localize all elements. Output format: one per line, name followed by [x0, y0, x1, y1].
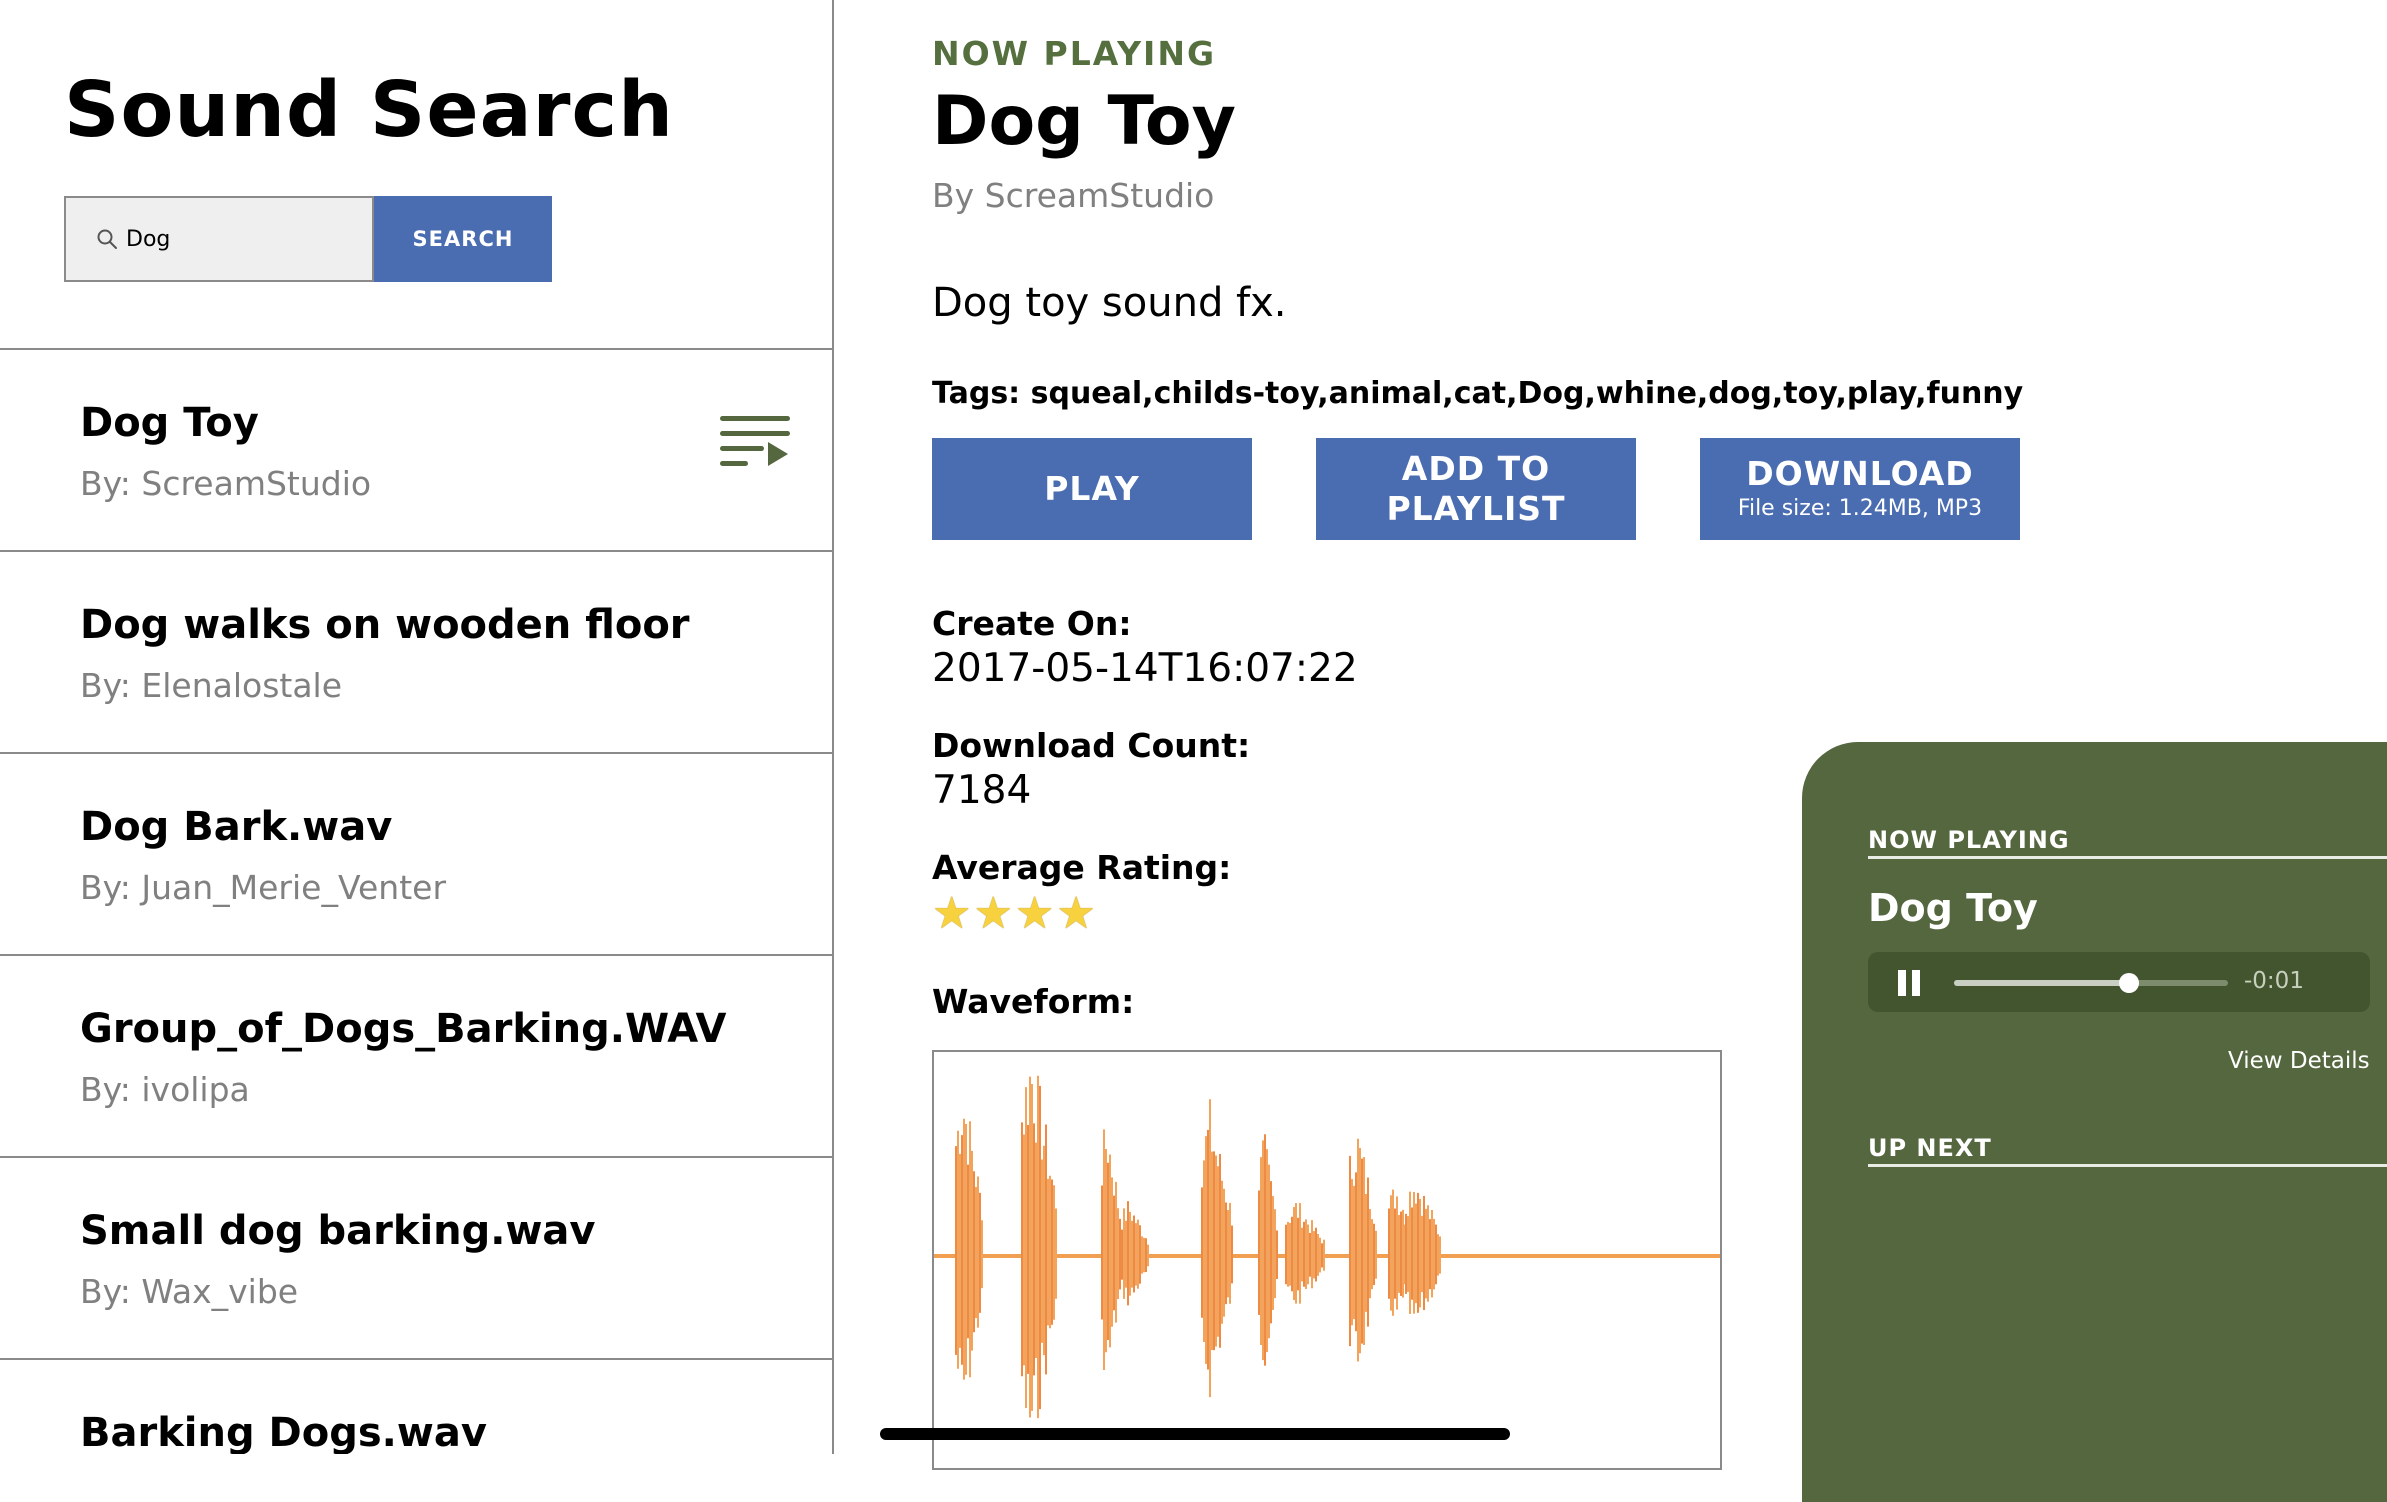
result-author: By: ivolipa — [80, 1070, 250, 1109]
result-author: By: Wax_vibe — [80, 1272, 299, 1311]
search-icon — [97, 229, 117, 249]
search-panel: Sound Search SEARCH Dog Toy By: ScreamSt… — [0, 0, 834, 1454]
file-size-info: File size: 1.24MB, MP3 — [1737, 496, 1983, 521]
search-input[interactable] — [126, 226, 326, 252]
sound-description: Dog toy sound fx. — [932, 280, 1287, 326]
star-icon: ★ — [1056, 888, 1096, 939]
player-controls: -0:01 — [1868, 952, 2370, 1012]
result-author: By: Juan_Merie_Venter — [80, 868, 447, 907]
results-list: Dog Toy By: ScreamStudio Dog walks on wo… — [0, 348, 832, 1454]
sound-title: Dog Toy — [932, 82, 1236, 161]
result-author: By: Elenalostale — [80, 666, 343, 705]
tags-list: Tags: squeal,childs-toy,animal,cat,Dog,w… — [932, 376, 2024, 411]
divider — [1868, 1164, 2387, 1167]
result-title: Group_of_Dogs_Barking.WAV — [80, 1006, 727, 1052]
add-to-playlist-label: ADD TO PLAYLIST — [1386, 449, 1566, 528]
rating-stars: ★ ★ ★ ★ — [932, 892, 1096, 936]
view-details-link[interactable]: View Details — [2228, 1048, 2370, 1074]
created-value: 2017-05-14T16:07:22 — [932, 646, 1358, 691]
play-button[interactable]: PLAY — [932, 438, 1252, 540]
rating-label: Average Rating: — [932, 848, 1232, 887]
list-item[interactable]: Dog Bark.wav By: Juan_Merie_Venter — [0, 752, 832, 954]
list-item[interactable]: Small dog barking.wav By: Wax_vibe — [0, 1156, 832, 1358]
result-author: By: ScreamStudio — [80, 464, 372, 503]
progress-knob[interactable] — [2119, 973, 2140, 993]
sound-author: By ScreamStudio — [932, 176, 1215, 215]
list-item[interactable]: Dog Toy By: ScreamStudio — [0, 348, 832, 550]
home-indicator — [880, 1428, 1510, 1440]
mini-player-title: Dog Toy — [1868, 886, 2038, 930]
list-item[interactable]: Group_of_Dogs_Barking.WAV By: ivolipa — [0, 954, 832, 1156]
pause-icon[interactable] — [1898, 970, 1920, 996]
result-title: Dog Bark.wav — [80, 804, 393, 850]
list-item[interactable]: Barking Dogs.wav — [0, 1358, 832, 1454]
download-count-value: 7184 — [932, 768, 1032, 813]
download-count-label: Download Count: — [932, 726, 1251, 765]
progress-fill — [1954, 980, 2130, 986]
list-item[interactable]: Dog walks on wooden floor By: Elenalosta… — [0, 550, 832, 752]
download-button[interactable]: DOWNLOAD File size: 1.24MB, MP3 — [1700, 438, 2020, 540]
mini-player-now-playing-label: NOW PLAYING — [1868, 826, 2070, 854]
search-button[interactable]: SEARCH — [374, 196, 552, 282]
star-icon: ★ — [1014, 888, 1055, 939]
star-icon: ★ — [932, 888, 972, 939]
waveform-label: Waveform: — [932, 982, 1135, 1021]
up-next-label: UP NEXT — [1868, 1134, 1992, 1162]
created-label: Create On: — [932, 604, 1132, 643]
mini-player: NOW PLAYING Dog Toy -0:01 View Details U… — [1802, 742, 2387, 1502]
progress-slider[interactable] — [1954, 973, 2228, 993]
divider — [1868, 856, 2387, 859]
result-title: Barking Dogs.wav — [80, 1410, 487, 1454]
star-icon: ★ — [973, 888, 1013, 939]
time-remaining: -0:01 — [2244, 968, 2304, 994]
result-title: Dog Toy — [80, 400, 259, 446]
search-field[interactable] — [64, 196, 374, 282]
play-queue-icon[interactable] — [720, 414, 792, 476]
add-to-playlist-button[interactable]: ADD TO PLAYLIST — [1316, 438, 1636, 540]
app-title: Sound Search — [64, 66, 674, 155]
download-label: DOWNLOAD — [1746, 454, 1974, 493]
play-button-label: PLAY — [1044, 469, 1140, 508]
waveform-graphic — [934, 1075, 1720, 1419]
result-title: Dog walks on wooden floor — [80, 602, 690, 648]
result-title: Small dog barking.wav — [80, 1208, 596, 1254]
now-playing-label: NOW PLAYING — [932, 34, 1217, 73]
waveform-image — [932, 1050, 1722, 1470]
